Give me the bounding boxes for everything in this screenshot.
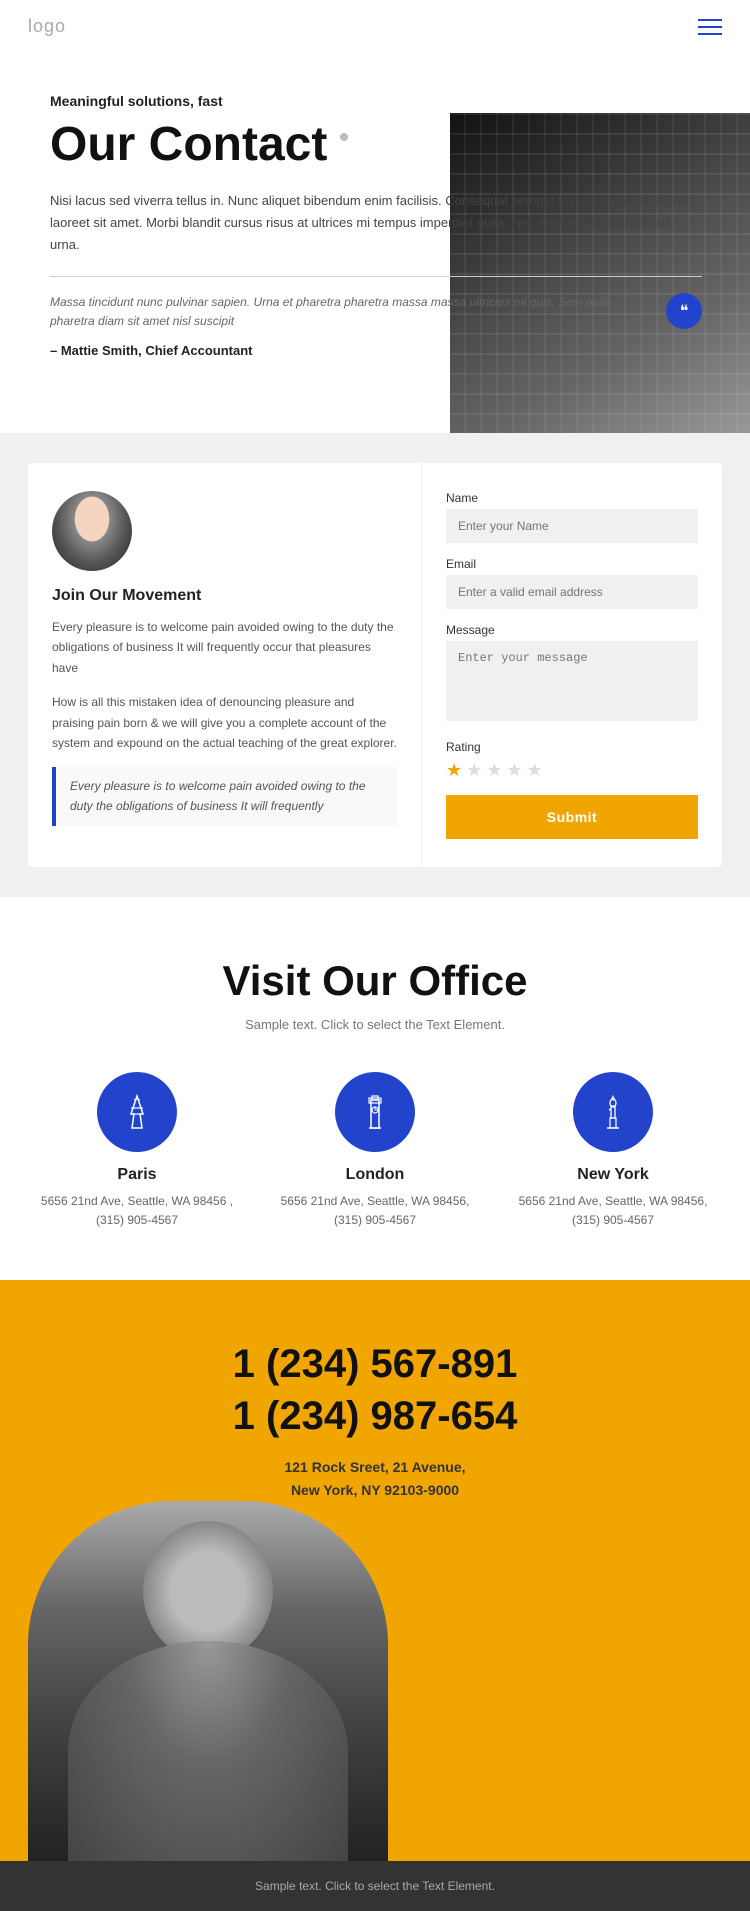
submit-button[interactable]: Submit [446,795,698,839]
contact-phone-2: 1 (234) 987-654 [28,1392,722,1440]
star-5[interactable]: ★ [527,760,543,781]
office-section: Visit Our Office Sample text. Click to s… [0,897,750,1280]
new-york-name: New York [577,1166,648,1184]
quote-icon: ❝ [666,293,702,329]
hero-description: Nisi lacus sed viverra tellus in. Nunc a… [50,190,702,256]
hero-author: – Mattie Smith, Chief Accountant [50,343,702,358]
new-york-icon [573,1072,653,1152]
hamburger-line [698,33,722,35]
hero-content: Meaningful solutions, fast Our Contact N… [50,93,722,393]
office-subtitle: Sample text. Click to select the Text El… [28,1017,722,1032]
mid-description-1: Every pleasure is to welcome pain avoide… [52,617,397,678]
email-group: Email [446,557,698,609]
mid-card: Join Our Movement Every pleasure is to w… [28,463,722,867]
paris-icon [97,1072,177,1152]
hero-quote-block: Massa tincidunt nunc pulvinar sapien. Ur… [50,293,702,331]
paris-name: Paris [117,1166,156,1184]
address-line-1: 121 Rock Sreet, 21 Avenue, [284,1459,465,1475]
london-address: 5656 21nd Ave, Seattle, WA 98456, (315) … [266,1192,484,1230]
footer: Sample text. Click to select the Text El… [0,1861,750,1911]
mid-section: Join Our Movement Every pleasure is to w… [0,433,750,897]
london-name: London [346,1166,405,1184]
contact-form: Name Email Message Rating ★ ★ ★ ★ ★ [422,463,722,867]
hamburger-line [698,26,722,28]
london-icon [335,1072,415,1152]
office-title: Visit Our Office [28,957,722,1005]
contact-address: 121 Rock Sreet, 21 Avenue, New York, NY … [28,1456,722,1501]
header: logo [0,0,750,53]
office-locations: Paris 5656 21nd Ave, Seattle, WA 98456 ,… [28,1072,722,1230]
join-title: Join Our Movement [52,587,397,605]
address-line-2: New York, NY 92103-9000 [291,1482,459,1498]
mid-description-2: How is all this mistaken idea of denounc… [52,692,397,753]
name-group: Name [446,491,698,543]
rating-group: Rating ★ ★ ★ ★ ★ [446,740,698,781]
hamburger-line [698,19,722,21]
contact-section: 1 (234) 567-891 1 (234) 987-654 121 Rock… [0,1280,750,1861]
message-label: Message [446,623,698,637]
rating-label: Rating [446,740,698,754]
new-york-address: 5656 21nd Ave, Seattle, WA 98456, (315) … [504,1192,722,1230]
paris-address: 5656 21nd Ave, Seattle, WA 98456 , (315)… [28,1192,246,1230]
star-4[interactable]: ★ [506,760,522,781]
location-new-york: New York 5656 21nd Ave, Seattle, WA 9845… [504,1072,722,1230]
hero-quote: Massa tincidunt nunc pulvinar sapien. Ur… [50,293,656,331]
email-input[interactable] [446,575,698,609]
mid-blockquote: Every pleasure is to welcome pain avoide… [52,767,397,825]
star-1[interactable]: ★ [446,760,462,781]
hero-section: Meaningful solutions, fast Our Contact N… [0,53,750,433]
contact-phone-1: 1 (234) 567-891 [28,1340,722,1388]
star-3[interactable]: ★ [486,760,502,781]
star-2[interactable]: ★ [466,760,482,781]
hero-divider [50,276,702,277]
avatar [52,491,132,571]
location-london: London 5656 21nd Ave, Seattle, WA 98456,… [266,1072,484,1230]
name-input[interactable] [446,509,698,543]
location-paris: Paris 5656 21nd Ave, Seattle, WA 98456 ,… [28,1072,246,1230]
hero-title: Our Contact [50,119,702,172]
email-label: Email [446,557,698,571]
name-label: Name [446,491,698,505]
footer-text: Sample text. Click to select the Text El… [28,1879,722,1893]
star-rating[interactable]: ★ ★ ★ ★ ★ [446,760,698,781]
contact-person-image [28,1501,388,1861]
logo: logo [28,16,66,37]
mid-left-panel: Join Our Movement Every pleasure is to w… [28,463,422,867]
menu-button[interactable] [698,19,722,35]
message-input[interactable] [446,641,698,721]
hero-subtitle: Meaningful solutions, fast [50,93,702,109]
message-group: Message [446,623,698,726]
